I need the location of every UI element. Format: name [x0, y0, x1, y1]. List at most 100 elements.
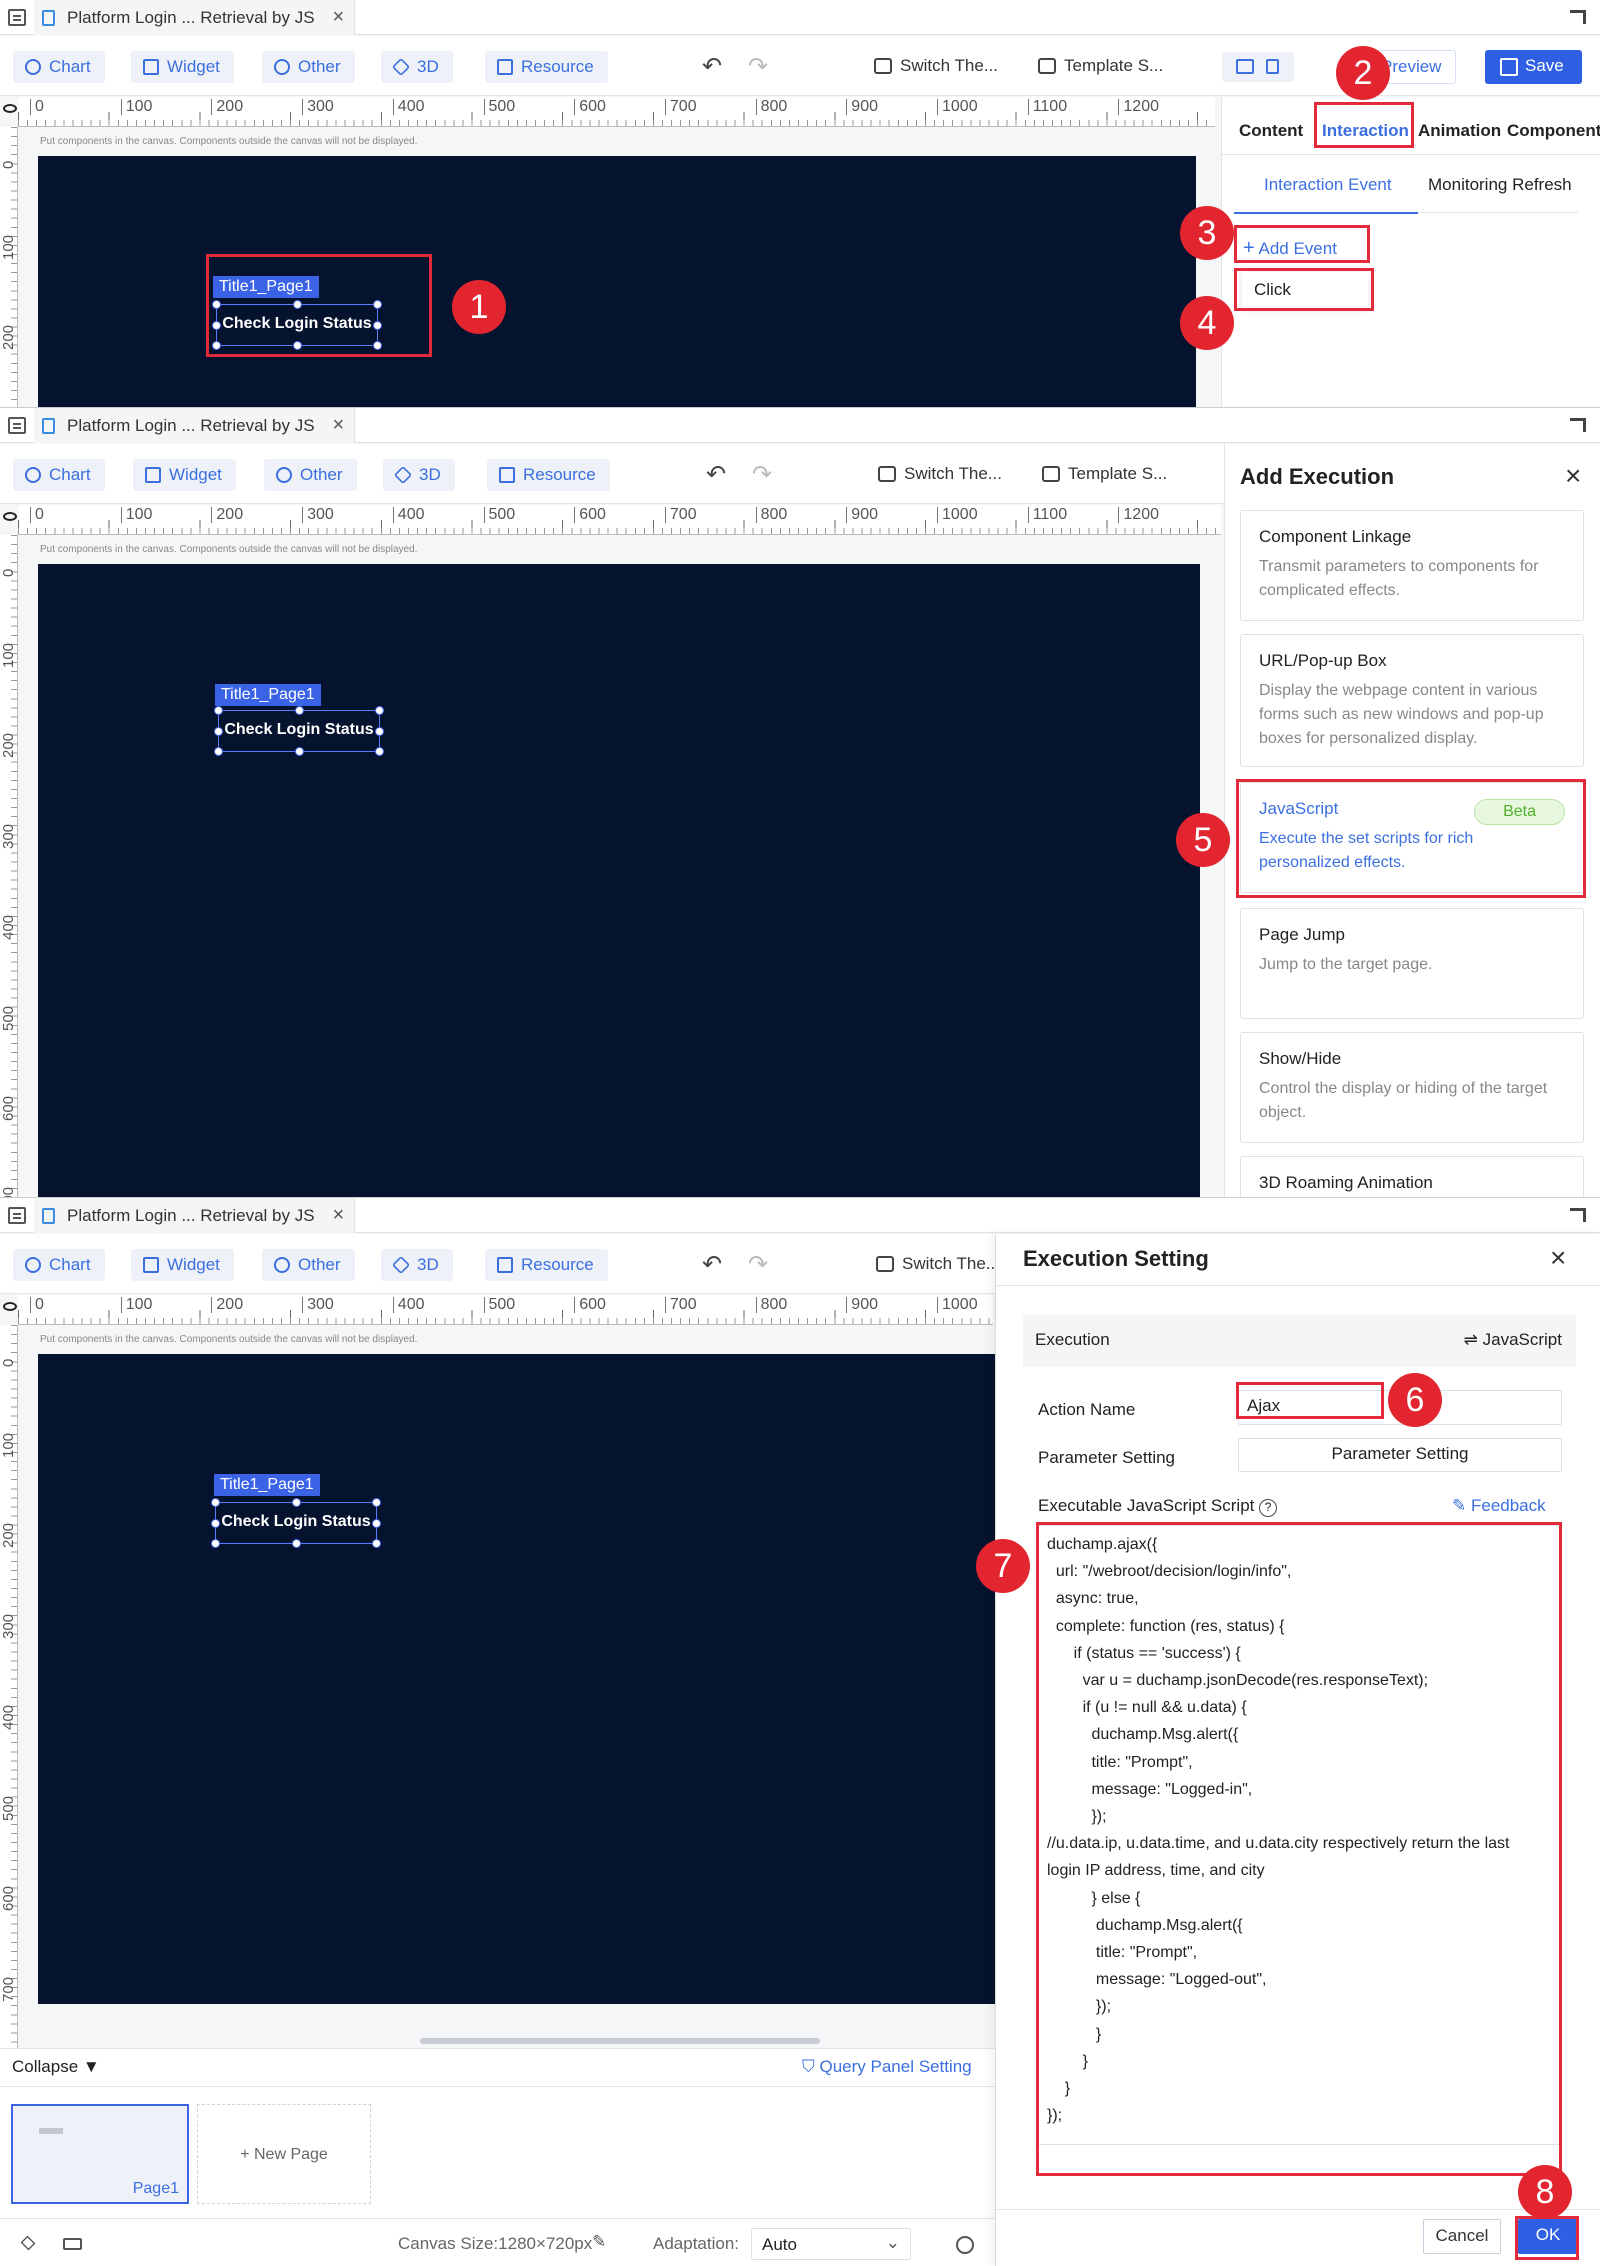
- document-tab[interactable]: Platform Login ... Retrieval by JS ×: [34, 0, 356, 35]
- execution-type[interactable]: ⇌ JavaScript: [1464, 1330, 1562, 1350]
- widget-button[interactable]: Widget: [131, 1249, 234, 1281]
- menu-icon[interactable]: [8, 1207, 26, 1224]
- widget-icon: [143, 59, 159, 75]
- close-icon[interactable]: ×: [1550, 1244, 1566, 1272]
- card-page-jump[interactable]: Page Jump Jump to the target page.: [1240, 908, 1584, 1019]
- zoom-out-icon[interactable]: [956, 2236, 974, 2254]
- resource-button[interactable]: Resource: [487, 459, 610, 491]
- card-title: Page Jump: [1259, 925, 1345, 944]
- card-component-linkage[interactable]: Component Linkage Transmit parameters to…: [1240, 510, 1584, 621]
- cancel-button[interactable]: Cancel: [1423, 2219, 1501, 2254]
- component-check-login[interactable]: Check Login Status: [214, 706, 384, 756]
- switch-theme-button[interactable]: Switch The...: [876, 1254, 1000, 1274]
- close-icon[interactable]: ×: [1565, 462, 1581, 490]
- widget-button[interactable]: Widget: [133, 459, 236, 491]
- keyboard-icon[interactable]: [63, 2238, 82, 2250]
- card-desc: Transmit parameters to components for co…: [1259, 558, 1539, 599]
- tab-bar: Platform Login ... Retrieval by JS ×: [0, 0, 1600, 35]
- page-thumb-page1[interactable]: Page1: [11, 2104, 189, 2204]
- event-click[interactable]: Click: [1242, 272, 1368, 308]
- component-check-login[interactable]: Check Login Status: [211, 1498, 381, 1548]
- card-show-hide[interactable]: Show/Hide Control the display or hiding …: [1240, 1032, 1584, 1143]
- close-tab-icon[interactable]: ×: [333, 6, 345, 29]
- horizontal-ruler: 0 100 200 300 400 500 600 700 800 900 1000 1100 1200: [18, 505, 1221, 535]
- template-button[interactable]: Template S...: [1042, 464, 1167, 484]
- save-button[interactable]: Save: [1485, 50, 1582, 84]
- add-event-button[interactable]: + Add Event: [1243, 237, 1337, 260]
- device-switch[interactable]: [1222, 52, 1294, 82]
- menu-icon[interactable]: [8, 417, 26, 434]
- adaptation-select[interactable]: Auto ⌄: [751, 2228, 911, 2260]
- other-button[interactable]: Other: [262, 1249, 355, 1281]
- 3d-button[interactable]: 3D: [381, 51, 453, 83]
- undo-icon[interactable]: ↶: [706, 460, 726, 489]
- close-tab-icon[interactable]: ×: [333, 414, 345, 437]
- expand-icon[interactable]: [1570, 418, 1586, 432]
- vertical-ruler: 0 100 200 300 400 500 600 700: [0, 535, 18, 1197]
- undo-icon[interactable]: ↶: [702, 1250, 722, 1279]
- switch-theme-button[interactable]: Switch The...: [878, 464, 1002, 484]
- document-tab[interactable]: Platform Login ... Retrieval by JS ×: [34, 408, 356, 443]
- 3d-label: 3D: [417, 57, 439, 76]
- script-editor[interactable]: duchamp.ajax({ url: "/webroot/decision/l…: [1038, 1525, 1562, 2145]
- chart-button[interactable]: Chart: [13, 51, 105, 83]
- other-button[interactable]: Other: [264, 459, 357, 491]
- collapse-button[interactable]: Collapse ▼: [12, 2057, 100, 2077]
- chart-button[interactable]: Chart: [13, 459, 105, 491]
- eye-icon[interactable]: [3, 104, 17, 113]
- close-tab-icon[interactable]: ×: [333, 1204, 345, 1227]
- widget-button[interactable]: Widget: [131, 51, 234, 83]
- ruler-label: 900: [846, 99, 878, 115]
- horizontal-ruler: 0 100 200 300 400 500 600 700 800 900 1000 1100 1200: [18, 97, 1215, 127]
- tab-monitoring-refresh[interactable]: Monitoring Refresh: [1428, 175, 1572, 195]
- tab-component[interactable]: Component: [1507, 121, 1600, 141]
- expand-icon[interactable]: [1570, 1208, 1586, 1222]
- undo-icon[interactable]: ↶: [702, 52, 722, 81]
- tab-content[interactable]: Content: [1239, 121, 1303, 141]
- redo-icon[interactable]: ↷: [748, 52, 768, 81]
- eye-icon[interactable]: [3, 512, 17, 521]
- ruler-label: 1100: [1027, 507, 1067, 523]
- switch-theme-button[interactable]: Switch The...: [874, 56, 998, 76]
- template-button[interactable]: Template S...: [1038, 56, 1163, 76]
- canvas[interactable]: Title1_Page1 Check Login Status: [38, 156, 1196, 407]
- canvas[interactable]: Title1_Page1 Check Login Status: [38, 564, 1200, 1197]
- parameter-setting-label: Parameter Setting: [1038, 1448, 1176, 1467]
- ruler-label: 500: [0, 1005, 17, 1031]
- chart-button[interactable]: Chart: [13, 1249, 105, 1281]
- document-tab[interactable]: Platform Login ... Retrieval by JS ×: [34, 1198, 356, 1233]
- canvas[interactable]: Title1_Page1 Check Login Status: [38, 1354, 995, 2004]
- 3d-button[interactable]: 3D: [383, 459, 455, 491]
- expand-icon[interactable]: [1570, 10, 1586, 24]
- tab-animation[interactable]: Animation: [1418, 121, 1501, 141]
- step-badge-4: 4: [1180, 296, 1234, 350]
- canvas-scrollbar[interactable]: [420, 2038, 820, 2044]
- component-check-login[interactable]: Check Login Status: [212, 300, 382, 350]
- swap-icon: ⇌: [1463, 1330, 1478, 1349]
- script-code[interactable]: duchamp.ajax({ url: "/webroot/decision/l…: [1047, 1531, 1509, 2129]
- tablet-icon[interactable]: [1266, 59, 1279, 74]
- card-javascript[interactable]: JavaScript Beta Execute the set scripts …: [1240, 782, 1584, 893]
- tab-interaction-event[interactable]: Interaction Event: [1264, 175, 1392, 195]
- query-panel-setting[interactable]: ⛉ Query Panel Setting: [802, 2057, 972, 2077]
- redo-icon[interactable]: ↷: [748, 1250, 768, 1279]
- ruler-label: 900: [846, 507, 878, 523]
- resource-button[interactable]: Resource: [485, 1249, 608, 1281]
- feedback-link[interactable]: ✎ Feedback: [1452, 1496, 1546, 1516]
- ok-button[interactable]: OK: [1518, 2219, 1578, 2254]
- card-url-popup[interactable]: URL/Pop-up Box Display the webpage conte…: [1240, 634, 1584, 767]
- parameter-setting-button[interactable]: Parameter Setting: [1238, 1438, 1562, 1472]
- desktop-icon[interactable]: [1236, 59, 1254, 74]
- help-icon[interactable]: ?: [1259, 1499, 1278, 1517]
- edit-icon[interactable]: ✎: [592, 2232, 606, 2252]
- new-page-button[interactable]: + New Page: [197, 2104, 371, 2204]
- menu-icon[interactable]: [8, 9, 26, 26]
- resource-button[interactable]: Resource: [485, 51, 608, 83]
- other-button[interactable]: Other: [262, 51, 355, 83]
- tab-interaction[interactable]: Interaction: [1322, 121, 1409, 141]
- 3d-button[interactable]: 3D: [381, 1249, 453, 1281]
- card-3d-roaming[interactable]: 3D Roaming Animation: [1240, 1156, 1584, 1197]
- eye-icon[interactable]: [3, 1302, 17, 1311]
- redo-icon[interactable]: ↷: [752, 460, 772, 489]
- add-event-label: Add Event: [1258, 239, 1337, 258]
